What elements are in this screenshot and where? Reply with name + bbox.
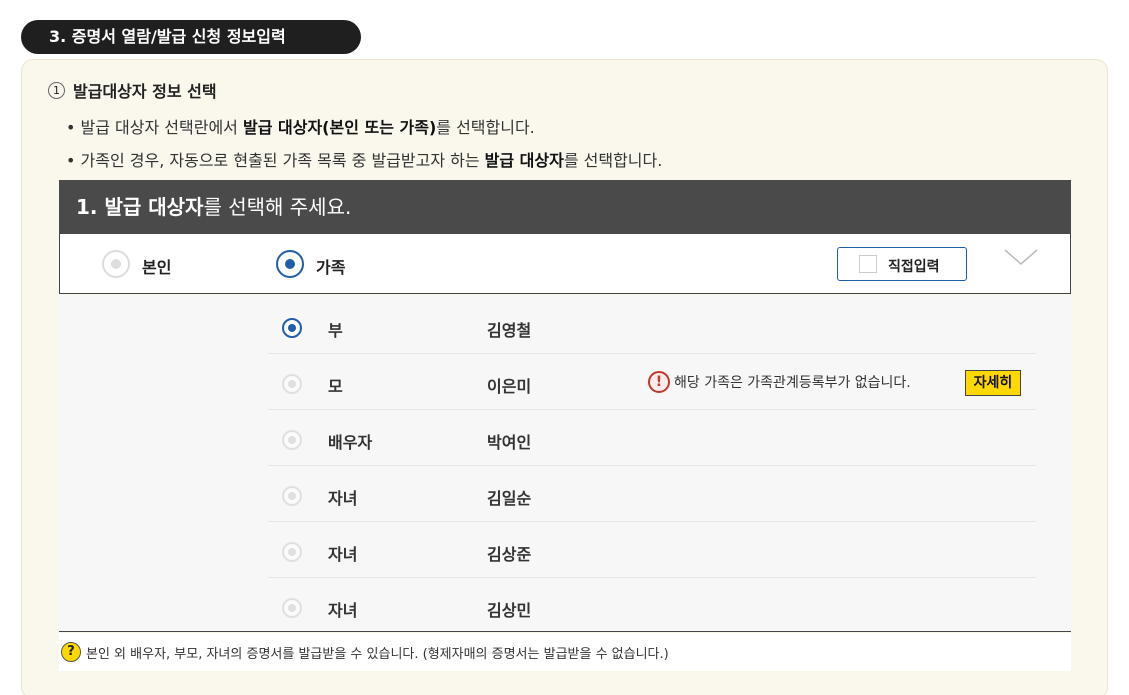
radio-dot xyxy=(288,492,296,500)
selector-header: 1. 발급 대상자를 선택해 주세요. xyxy=(59,180,1071,234)
direct-input-button[interactable]: 직접입력 xyxy=(837,247,967,281)
radio-dot xyxy=(285,259,295,269)
family-name: 김상준 xyxy=(487,545,532,564)
instruction-bullet: • 발급 대상자 선택란에서 발급 대상자(본인 또는 가족)를 선택합니다. xyxy=(66,118,535,137)
target-type-row: 본인 가족 직접입력 xyxy=(59,234,1071,294)
family-row[interactable]: 부 김영철 xyxy=(268,298,1036,354)
bullet-text: 발급 대상자 선택란에서 xyxy=(80,118,243,137)
radio-dot xyxy=(288,380,296,388)
radio-self-label[interactable]: 본인 xyxy=(142,254,171,278)
family-radio[interactable] xyxy=(282,598,302,618)
bullet-text: 를 선택합니다. xyxy=(563,151,663,170)
selector-header-bold: 1. 발급 대상자 xyxy=(76,195,204,219)
family-name: 김영철 xyxy=(487,321,532,340)
checkbox-icon xyxy=(859,255,877,273)
radio-dot xyxy=(288,604,296,612)
family-radio[interactable] xyxy=(282,374,302,394)
section-title: 3. 증명서 열람/발급 신청 정보입력 xyxy=(21,20,361,54)
bullet-bold: 발급 대상자(본인 또는 가족) xyxy=(243,118,437,137)
bullet-text: 가족인 경우, 자동으로 현출된 가족 목록 중 발급받고자 하는 xyxy=(80,151,485,170)
family-row[interactable]: 모 이은미 ! 해당 가족은 가족관계등록부가 없습니다. 자세히 xyxy=(268,354,1036,410)
radio-self[interactable] xyxy=(102,250,130,278)
chevron-down-icon[interactable] xyxy=(1003,246,1039,270)
family-radio[interactable] xyxy=(282,430,302,450)
family-relation: 모 xyxy=(328,377,343,396)
warning-text: 해당 가족은 가족관계등록부가 없습니다. xyxy=(674,375,911,391)
detail-button[interactable]: 자세히 xyxy=(965,370,1021,396)
family-row[interactable]: 자녀 김일순 xyxy=(268,466,1036,522)
bullet-bold: 발급 대상자 xyxy=(484,151,564,170)
radio-family[interactable] xyxy=(276,250,304,278)
family-name: 김상민 xyxy=(487,601,532,620)
step-title: 1 발급대상자 정보 선택 xyxy=(48,78,217,102)
family-name: 김일순 xyxy=(487,489,532,508)
selector-header-text: 를 선택해 주세요. xyxy=(203,195,352,219)
family-relation: 부 xyxy=(328,321,343,340)
exclamation-icon: ! xyxy=(648,371,670,393)
family-warning: ! 해당 가족은 가족관계등록부가 없습니다. xyxy=(648,371,911,393)
footnote-text: 본인 외 배우자, 부모, 자녀의 증명서를 발급받을 수 있습니다. (형제자… xyxy=(86,646,669,662)
question-icon: ? xyxy=(61,642,81,662)
radio-dot xyxy=(288,324,296,332)
family-relation: 배우자 xyxy=(328,433,373,452)
family-radio[interactable] xyxy=(282,542,302,562)
step-title-text: 발급대상자 정보 선택 xyxy=(73,82,217,101)
direct-input-label: 직접입력 xyxy=(888,259,940,275)
step-number: 1 xyxy=(48,81,65,99)
family-list: 부 김영철 모 이은미 ! 해당 가족은 가족관계등록부가 없습니다. 자세히 … xyxy=(59,295,1071,632)
family-relation: 자녀 xyxy=(328,545,358,564)
radio-dot xyxy=(288,436,296,444)
family-row[interactable]: 배우자 박여인 xyxy=(268,410,1036,466)
bullet-text: 를 선택합니다. xyxy=(436,118,535,137)
family-relation: 자녀 xyxy=(328,601,358,620)
family-radio[interactable] xyxy=(282,486,302,506)
family-radio[interactable] xyxy=(282,318,302,338)
radio-family-label[interactable]: 가족 xyxy=(316,254,345,278)
family-relation: 자녀 xyxy=(328,489,358,508)
radio-dot xyxy=(288,548,296,556)
family-name: 이은미 xyxy=(487,377,532,396)
family-row[interactable]: 자녀 김상민 xyxy=(268,578,1036,634)
footnote: ? 본인 외 배우자, 부모, 자녀의 증명서를 발급받을 수 있습니다. (형… xyxy=(59,633,1071,671)
radio-dot xyxy=(111,259,121,269)
family-row[interactable]: 자녀 김상준 xyxy=(268,522,1036,578)
target-selector: 1. 발급 대상자를 선택해 주세요. 본인 가족 직접입력 xyxy=(59,180,1071,294)
instruction-bullet: • 가족인 경우, 자동으로 현출된 가족 목록 중 발급받고자 하는 발급 대… xyxy=(66,151,663,170)
family-name: 박여인 xyxy=(487,433,532,452)
